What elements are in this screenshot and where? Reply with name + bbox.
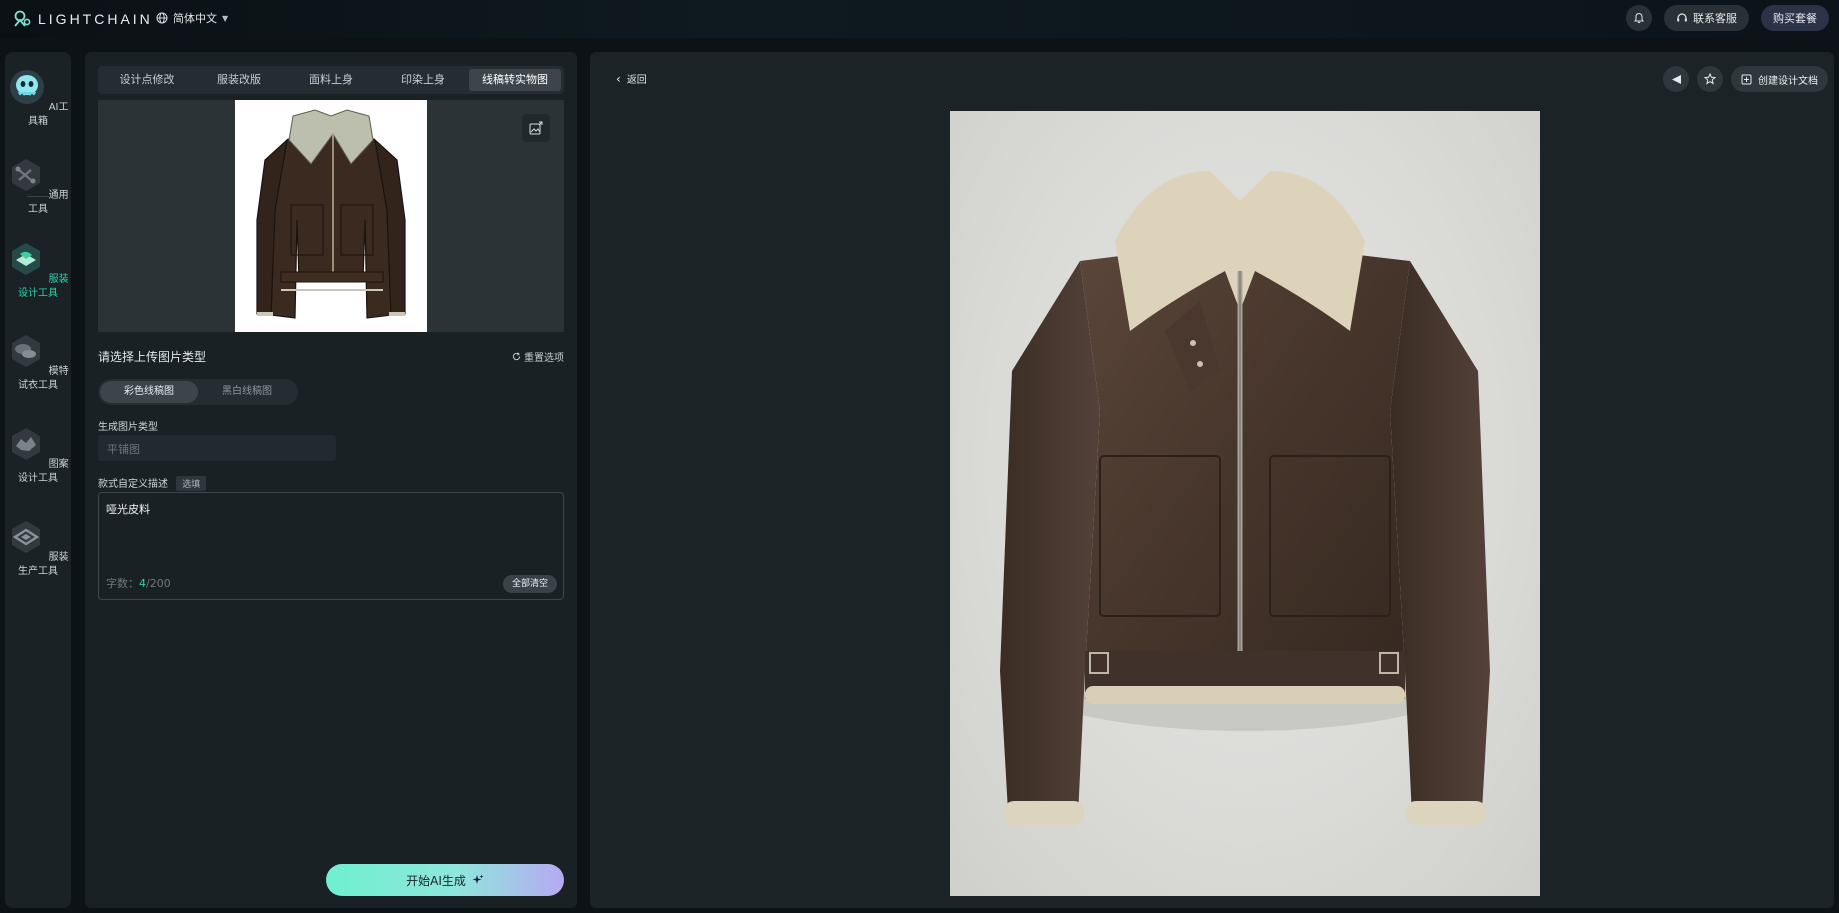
desc-label-row: 款式自定义描述 选填 — [98, 475, 207, 491]
bell-icon — [1634, 12, 1644, 24]
headset-icon — [1677, 13, 1687, 22]
create-design-doc-button[interactable]: 创建设计文档 — [1731, 66, 1828, 92]
nav-item-ai-toolbox[interactable]: AI工具箱 — [5, 68, 71, 129]
bw-sketch-option[interactable]: 黑白线稿图 — [198, 381, 296, 403]
generated-image[interactable] — [950, 111, 1540, 896]
upload-type-toggle: 彩色线稿图 黑白线稿图 — [98, 379, 298, 405]
char-count-prefix: 字数： — [106, 577, 139, 590]
upload-preview[interactable] — [98, 100, 564, 332]
production-icon — [12, 521, 41, 553]
leather-jacket-graphic — [1000, 171, 1490, 825]
reset-options-label: 重置选项 — [524, 353, 564, 364]
desc-label: 款式自定义描述 — [98, 479, 168, 490]
chevron-left-icon: ‹ — [616, 71, 621, 86]
model-tryon-icon — [12, 335, 41, 367]
back-button[interactable]: ‹ 返回 — [616, 71, 647, 87]
gen-type-select[interactable]: 平铺图 — [98, 435, 336, 461]
mascot-icon — [9, 70, 44, 104]
gen-type-label: 生成图片类型 — [98, 422, 158, 433]
chevron-down-icon: ▼ — [222, 13, 229, 23]
pattern-design-icon — [12, 428, 41, 460]
tab-sketch-to-real[interactable]: 线稿转实物图 — [469, 69, 561, 91]
top-bar: LIGHTCHAIN 简体中文 ▼ 联系客服 购买套餐 — [0, 0, 1839, 38]
logo-mark-icon — [14, 10, 31, 27]
logo-text: LIGHTCHAIN — [38, 11, 153, 27]
star-icon — [1704, 73, 1716, 85]
description-text: 哑光皮料 — [106, 503, 150, 516]
document-add-icon — [1741, 74, 1752, 84]
result-area: ‹ 返回 创建设计文档 — [590, 52, 1834, 908]
refresh-icon — [512, 352, 521, 361]
tab-fabric-apply[interactable]: 面料上身 — [285, 69, 377, 91]
clear-all-button[interactable]: 全部清空 — [502, 575, 557, 593]
send-icon — [1671, 74, 1681, 84]
start-generate-label: 开始AI生成 — [406, 873, 466, 888]
color-sketch-option[interactable]: 彩色线稿图 — [100, 381, 198, 403]
language-selector[interactable]: 简体中文 ▼ — [156, 10, 228, 26]
fashion-design-icon — [12, 243, 41, 275]
notification-button[interactable] — [1626, 5, 1652, 31]
char-count-max: /200 — [146, 577, 171, 590]
tab-garment-revision[interactable]: 服装改版 — [193, 69, 285, 91]
sparkle-icon — [472, 874, 484, 884]
char-count-current: 4 — [139, 577, 146, 590]
optional-tag: 选填 — [176, 476, 207, 491]
tab-print-apply[interactable]: 印染上身 — [377, 69, 469, 91]
contact-support-button[interactable]: 联系客服 — [1664, 5, 1749, 31]
favorite-button[interactable] — [1697, 66, 1723, 92]
nav-item-production[interactable]: 服装生产工具 — [5, 518, 71, 579]
nav-item-model-tryon[interactable]: 模特试衣工具 — [5, 332, 71, 393]
start-generate-button[interactable]: 开始AI生成 — [326, 864, 564, 896]
jacket-sketch-graphic — [256, 109, 406, 319]
config-panel: 设计点修改 服装改版 面料上身 印染上身 线稿转实物图 请选择上传图片类型 重置… — [85, 52, 577, 908]
contact-support-label: 联系客服 — [1693, 12, 1737, 25]
tools-icon — [12, 159, 41, 191]
buy-plan-button[interactable]: 购买套餐 — [1761, 5, 1829, 31]
nav-item-general-tools[interactable]: 通用工具 — [5, 156, 71, 217]
description-textarea[interactable]: 哑光皮料 字数：4/200 全部清空 — [98, 492, 564, 600]
app-logo[interactable]: LIGHTCHAIN — [12, 9, 153, 29]
share-button[interactable] — [1663, 66, 1689, 92]
nav-item-pattern-design[interactable]: 图案设计工具 — [5, 425, 71, 486]
image-swap-icon — [529, 121, 543, 135]
language-label: 简体中文 — [173, 12, 217, 25]
replace-image-button[interactable] — [522, 114, 550, 142]
sketch-image — [235, 100, 427, 332]
function-tabs: 设计点修改 服装改版 面料上身 印染上身 线稿转实物图 — [98, 66, 564, 94]
reset-options-button[interactable]: 重置选项 — [512, 349, 564, 364]
back-label: 返回 — [626, 75, 647, 86]
left-navigation: AI工具箱 通用工具 服装设计工具 模特试衣工具 图案设计工具 服装生产工具 — [5, 52, 71, 908]
buy-plan-label: 购买套餐 — [1773, 12, 1817, 25]
upload-type-title: 请选择上传图片类型 — [98, 350, 207, 364]
globe-icon — [156, 12, 168, 24]
char-count: 字数：4/200 — [106, 575, 171, 591]
create-design-doc-label: 创建设计文档 — [1758, 75, 1818, 87]
nav-item-fashion-design[interactable]: 服装设计工具 — [5, 240, 71, 301]
tab-design-point-edit[interactable]: 设计点修改 — [101, 69, 193, 91]
